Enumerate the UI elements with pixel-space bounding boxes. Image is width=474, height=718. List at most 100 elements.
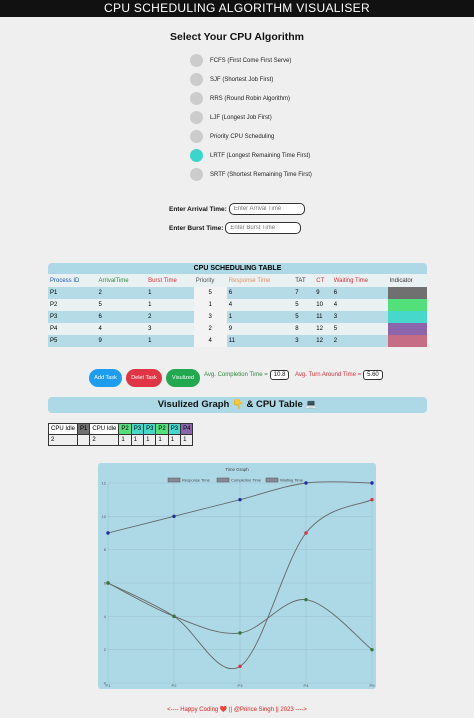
algorithm-option-label: RRS (Round Robin Algorithm) xyxy=(210,95,291,102)
data-point xyxy=(370,481,374,485)
table-cell: 9 xyxy=(96,335,147,347)
scheduling-table-card: CPU SCHEDULING TABLE Process ID ArrivalTi… xyxy=(48,263,427,347)
algorithm-list: FCFS (First Come First Serve) SJF (Shorte… xyxy=(190,51,312,184)
gantt-cell: CPU Idle xyxy=(89,423,120,435)
table-cell: P2 xyxy=(48,299,97,311)
table-header-cell: ArrivalTime xyxy=(98,277,129,284)
visualized-section-title: Visulized Graph 👇 & CPU Table 💻 xyxy=(48,397,427,413)
table-cell: 3 xyxy=(331,311,388,323)
scheduling-table-title: CPU SCHEDULING TABLE xyxy=(48,263,427,274)
table-cell: 4 xyxy=(331,299,388,311)
arrival-time-input[interactable] xyxy=(228,203,305,215)
avg-completion-label: Avg. Completion Time = xyxy=(204,372,268,378)
table-cell: 6 xyxy=(96,311,147,323)
algorithm-option[interactable]: LRTF (Longest Remaining Time First) xyxy=(190,146,312,165)
algorithm-option[interactable]: LJF (Longest Job First) xyxy=(190,108,312,127)
radio-button[interactable] xyxy=(190,168,203,181)
radio-button[interactable] xyxy=(190,73,203,86)
burst-time-field: Enter Burst Time: xyxy=(169,222,302,234)
data-point xyxy=(370,647,374,652)
process-indicator xyxy=(387,335,427,347)
y-tick-label: 8 xyxy=(104,547,107,552)
table-row: P1 2 1 5 6 7 9 6 xyxy=(48,287,427,299)
data-point xyxy=(304,531,308,535)
table-cell: 12 xyxy=(314,335,332,347)
algorithm-option-label: FCFS (First Come First Serve) xyxy=(210,57,292,64)
data-point xyxy=(172,614,176,619)
gantt-cell: P4 xyxy=(180,423,194,435)
app-header: CPU SCHEDULING ALGORITHM VISUALISER xyxy=(0,0,474,17)
table-header-cell: Waiting Time xyxy=(333,277,369,284)
table-cell: P4 xyxy=(48,323,97,335)
gantt-cell: P3 xyxy=(167,423,182,435)
table-cell: 9 xyxy=(226,323,294,335)
avg-tat: Avg. Turn Around Time = 5.60 xyxy=(295,370,383,380)
table-cell: 4 xyxy=(96,323,147,335)
gantt-cell: P3 xyxy=(130,423,145,435)
table-row: P5 9 1 4 11 3 12 2 xyxy=(48,335,427,347)
radio-button[interactable] xyxy=(190,92,203,105)
table-cell: 11 xyxy=(314,311,332,323)
table-cell: 3 xyxy=(293,335,315,347)
process-indicator xyxy=(387,287,427,299)
delete-task-button[interactable]: Delet Task xyxy=(126,369,162,387)
radio-button[interactable] xyxy=(190,130,203,143)
radio-button[interactable] xyxy=(190,111,203,124)
visualize-button[interactable]: Visulized xyxy=(166,369,200,387)
table-cell: 1 xyxy=(146,287,194,299)
add-task-button[interactable]: Add Task xyxy=(89,369,122,387)
table-cell: P5 xyxy=(48,335,97,347)
table-cell: 4 xyxy=(226,299,294,311)
table-cell: 2 xyxy=(331,335,388,347)
y-tick-label: 12 xyxy=(102,481,107,486)
avg-tat-label: Avg. Turn Around Time = xyxy=(295,372,362,378)
legend-label: Response Time xyxy=(182,478,211,483)
data-point xyxy=(238,631,242,635)
table-cell: 6 xyxy=(331,287,388,299)
table-header-cell: TAT xyxy=(295,277,306,284)
gantt-time-cell xyxy=(77,434,91,446)
table-header-cell: Indicator xyxy=(389,277,413,284)
process-indicator xyxy=(387,323,427,335)
data-point xyxy=(238,497,242,502)
table-header-cell: Burst Time xyxy=(148,277,177,284)
table-cell: 5 xyxy=(331,323,388,335)
radio-button[interactable] xyxy=(190,54,203,67)
legend-label: Completion Time xyxy=(231,478,262,483)
data-point xyxy=(370,497,374,502)
table-row: P2 5 1 1 4 5 10 4 xyxy=(48,299,427,311)
radio-button[interactable] xyxy=(190,149,203,162)
algorithm-option[interactable]: SRTF (Shortest Remaining Time First) xyxy=(190,165,312,184)
table-cell: 9 xyxy=(314,287,332,299)
algorithm-option[interactable]: FCFS (First Come First Serve) xyxy=(190,51,312,70)
algorithm-heading: Select Your CPU Algorithm xyxy=(170,31,304,43)
y-tick-label: 10 xyxy=(102,514,107,519)
data-point xyxy=(106,581,110,585)
algorithm-option-label: LJF (Longest Job First) xyxy=(210,114,272,121)
data-point xyxy=(238,664,242,669)
x-tick-label: P5 xyxy=(370,683,376,688)
gantt-cell: P2 xyxy=(155,423,169,435)
table-cell: 5 xyxy=(293,311,315,323)
process-indicator xyxy=(387,311,427,323)
gantt-cell: P1 xyxy=(77,423,91,435)
table-cell: 1 xyxy=(226,311,294,323)
legend-swatch xyxy=(167,477,181,483)
table-cell: 2 xyxy=(96,287,147,299)
data-point xyxy=(304,597,308,602)
table-header-cell: CT xyxy=(316,277,325,284)
y-tick-label: 2 xyxy=(104,647,107,652)
table-cell: 1 xyxy=(146,299,194,311)
gantt-cell: CPU Idle xyxy=(47,423,79,435)
algorithm-option[interactable]: RRS (Round Robin Algorithm) xyxy=(190,89,312,108)
gantt-time-cell: 1 xyxy=(180,434,194,446)
burst-time-input[interactable] xyxy=(225,222,302,234)
table-cell: 3 xyxy=(146,323,194,335)
gantt-time-cell: 1 xyxy=(167,434,182,446)
x-tick-label: P2 xyxy=(172,683,178,688)
algorithm-option[interactable]: SJF (Shortest Job First) xyxy=(190,70,312,89)
table-cell: 11 xyxy=(226,335,294,347)
algorithm-option[interactable]: Priority CPU Scheduling xyxy=(190,127,312,146)
scheduling-table: Process ID ArrivalTime Burst Time Priority R… xyxy=(48,274,427,347)
algorithm-option-label: LRTF (Longest Remaining Time First) xyxy=(210,152,311,159)
